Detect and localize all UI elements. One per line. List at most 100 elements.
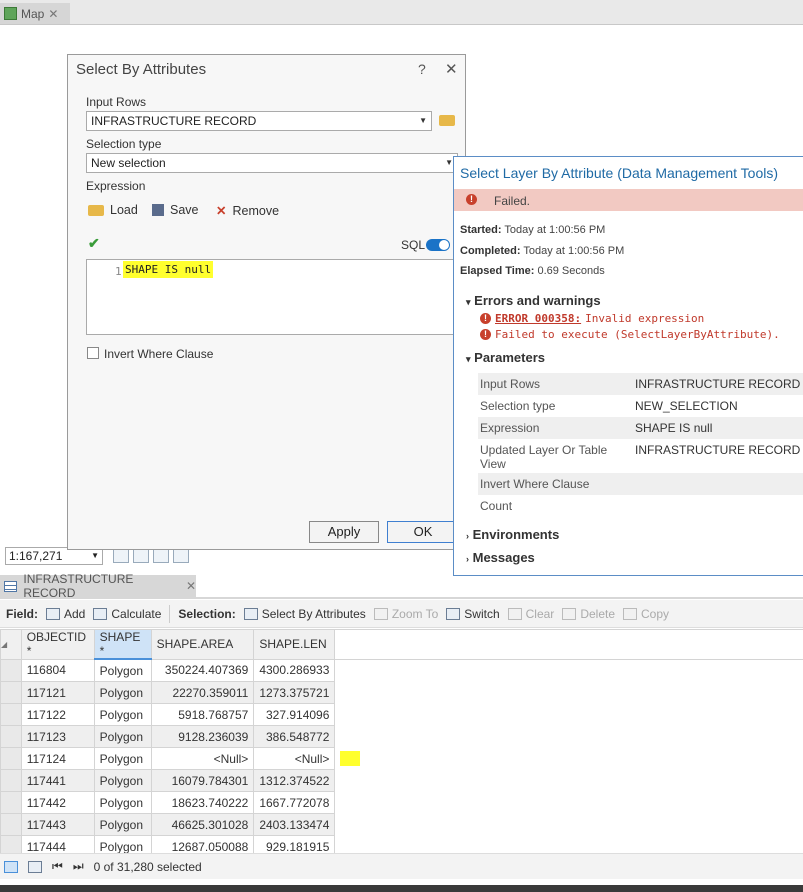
table-row[interactable]: 117124 Polygon <Null> <Null> [0,747,803,770]
invert-where-checkbox[interactable] [87,347,99,359]
cell[interactable]: Polygon [93,769,152,792]
row-selector[interactable] [0,725,22,748]
show-all-records-icon[interactable] [4,860,18,873]
switch-label: Switch [464,606,500,621]
cell[interactable]: 386.548772 [253,725,336,748]
remove-button[interactable]: ✕ Remove [216,203,279,219]
cell[interactable]: 1667.772078 [253,791,336,814]
add-field-button[interactable]: Add [46,607,85,621]
cell[interactable]: 117123 [20,725,95,748]
column-header[interactable]: OBJECTID * [20,629,95,660]
calculate-button[interactable]: Calculate [93,607,161,621]
cell[interactable]: 117442 [20,791,95,814]
table-row[interactable]: 117122 Polygon 5918.768757 327.914096 [0,703,803,726]
cell[interactable]: <Null> [150,747,255,770]
error-code-link[interactable]: ERROR 000358: [495,312,581,325]
cell[interactable]: Polygon [93,681,152,704]
map-tab[interactable]: Map ✕ [0,3,70,24]
cell[interactable]: 117122 [20,703,95,726]
table-row[interactable]: 117123 Polygon 9128.236039 386.548772 [0,725,803,748]
parameters-section-toggle[interactable]: ▾ Parameters [466,350,545,365]
clear-button[interactable]: Clear [507,607,554,621]
first-record-icon[interactable]: ⏮ [52,859,63,874]
ok-button[interactable]: OK [387,521,459,543]
pause-icon[interactable] [173,548,189,563]
copy-button[interactable]: Copy [623,607,669,621]
cell[interactable]: Polygon [93,658,152,682]
table-icon[interactable] [153,548,169,563]
selection-type-select[interactable]: New selection ▼ [86,153,458,173]
chevron-down-icon: ▼ [419,116,427,125]
select-all-corner[interactable]: ◢ [0,629,22,660]
cell[interactable]: 327.914096 [253,703,336,726]
cell[interactable]: Polygon [93,703,152,726]
row-selector[interactable] [0,681,22,704]
switch-button[interactable]: Switch [446,606,500,621]
row-selector[interactable] [0,791,22,814]
line-number: 1 [115,265,122,278]
row-selector[interactable] [0,658,22,682]
cell[interactable]: 350224.407369 [150,658,255,682]
cell[interactable]: 5918.768757 [150,703,255,726]
cell[interactable]: 22270.359011 [150,681,255,704]
navigate-icon[interactable] [113,548,129,563]
column-header[interactable]: SHAPE.AREA [150,629,255,660]
cell[interactable]: Polygon [93,747,152,770]
table-row[interactable]: 117121 Polygon 22270.359011 1273.375721 [0,681,803,704]
cell[interactable]: 117124 [20,747,95,770]
cell[interactable]: 16079.784301 [150,769,255,792]
cell[interactable]: 1312.374522 [253,769,336,792]
folder-icon [88,204,104,216]
cell[interactable]: 9128.236039 [150,725,255,748]
empty-cell [334,769,803,792]
table-row[interactable]: 117441 Polygon 16079.784301 1312.374522 [0,769,803,792]
last-record-icon[interactable]: ⏭ [73,859,84,874]
row-selector[interactable] [0,813,22,836]
cell[interactable]: 2403.133474 [253,813,336,836]
select-by-attributes-button[interactable]: Select By Attributes [243,607,366,621]
param-name: Selection type [480,399,556,413]
table-row[interactable]: 117442 Polygon 18623.740222 1667.772078 [0,791,803,814]
save-button[interactable]: Save [152,203,199,217]
cell[interactable]: <Null> [253,747,336,770]
table-row[interactable]: 117443 Polygon 46625.301028 2403.133474 [0,813,803,836]
row-selector[interactable] [0,703,22,726]
environments-section-toggle[interactable]: › Environments [466,527,559,542]
table-tab[interactable]: INFRASTRUCTURE RECORD ✕ [0,572,196,600]
row-selector[interactable] [0,747,22,770]
sql-toggle[interactable] [426,239,450,251]
column-header[interactable]: SHAPE * [93,629,152,660]
messages-section-toggle[interactable]: › Messages [466,550,535,565]
table-row[interactable]: 116804 Polygon 350224.407369 4300.286933 [0,658,803,682]
cell[interactable]: 18623.740222 [150,791,255,814]
errors-section-toggle[interactable]: ▾ Errors and warnings [466,293,601,308]
messages-heading: Messages [472,550,535,565]
grid-icon[interactable] [133,548,149,563]
apply-button[interactable]: Apply [309,521,379,543]
cell[interactable]: Polygon [93,813,152,836]
cell[interactable]: 46625.301028 [150,813,255,836]
close-icon[interactable]: ✕ [48,7,58,21]
close-icon[interactable]: ✕ [445,60,458,78]
help-icon[interactable]: ? [418,61,426,77]
cell[interactable]: 117121 [20,681,95,704]
cell[interactable]: 116804 [20,658,95,682]
close-icon[interactable]: ✕ [186,579,196,593]
load-button[interactable]: Load [88,203,138,217]
cell[interactable]: 4300.286933 [253,658,336,682]
delete-button[interactable]: Delete [562,607,615,621]
cell[interactable]: 117443 [20,813,95,836]
expression-editor[interactable]: 1 SHAPE IS null [86,259,458,335]
attribute-table: ◢ OBJECTID * SHAPE * SHAPE.AREA SHAPE.LE… [0,629,803,858]
cell[interactable]: Polygon [93,725,152,748]
input-rows-select[interactable]: INFRASTRUCTURE RECORD ▼ [86,111,432,131]
show-selected-records-icon[interactable] [28,860,42,873]
folder-icon[interactable] [439,115,455,126]
cell[interactable]: Polygon [93,791,152,814]
column-header[interactable]: SHAPE.LEN [253,629,336,660]
cell[interactable]: 117441 [20,769,95,792]
zoom-to-button[interactable]: Zoom To [373,607,438,621]
cell[interactable]: 1273.375721 [253,681,336,704]
row-selector[interactable] [0,769,22,792]
table-icon [4,580,18,592]
